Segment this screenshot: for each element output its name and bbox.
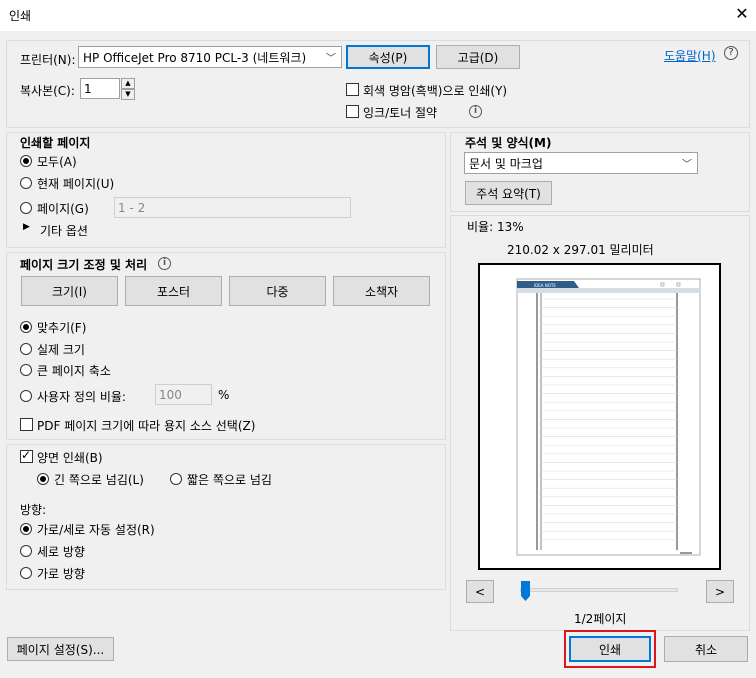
summarize-comments-button[interactable]: 주석 요약(T) [465,181,552,205]
pages-heading: 인쇄할 페이지 [20,136,91,150]
orientation-landscape-radio[interactable] [20,567,32,579]
fit-radio[interactable] [20,321,32,333]
short-edge-label: 짧은 쪽으로 넘김 [187,473,272,487]
comments-heading: 주석 및 양식(M) [465,136,552,150]
info-icon[interactable]: i [469,105,482,118]
properties-button[interactable]: 속성(P) [346,45,430,69]
grayscale-label: 회색 명암(흑백)으로 인쇄(Y) [363,84,508,98]
help-link[interactable]: 도움말(H) [664,47,716,64]
dimensions-label: 210.02 x 297.01 밀리미터 [507,243,654,257]
printer-selected-value: HP OfficeJet Pro 8710 PCL-3 (네트워크) [83,50,307,65]
orientation-auto-radio[interactable] [20,523,32,535]
copies-label: 복사본(C): [20,84,75,98]
long-edge-label: 긴 쪽으로 넘김(L) [54,473,144,487]
long-edge-radio[interactable] [37,473,49,485]
comments-select[interactable]: 문서 및 마크업 ﹀ [464,152,698,174]
pdf-paper-source-label: PDF 페이지 크기에 따라 용지 소스 선택(Z) [37,419,256,433]
window-title: 인쇄 [9,9,32,23]
actual-size-label: 실제 크기 [37,343,85,357]
custom-scale-radio[interactable] [20,390,32,402]
page-indicator: 1/2페이지 [574,612,627,626]
save-ink-checkbox[interactable] [346,105,359,118]
title-bar [0,0,756,31]
actual-size-radio[interactable] [20,343,32,355]
pages-current-radio[interactable] [20,177,32,189]
percent-label: % [218,388,230,402]
poster-button[interactable]: 포스터 [125,276,222,306]
more-options-label[interactable]: 기타 옵션 [40,222,88,239]
duplex-label: 양면 인쇄(B) [37,451,103,465]
next-page-button[interactable]: > [706,580,734,603]
pages-all-label: 모두(A) [37,155,77,169]
orientation-heading: 방향: [20,503,47,517]
copies-up-icon[interactable]: ▲ [121,78,135,89]
help-icon[interactable]: ? [724,46,738,60]
copies-input[interactable]: 1 [80,78,120,99]
printer-select[interactable]: HP OfficeJet Pro 8710 PCL-3 (네트워크) ﹀ [78,46,342,68]
chevron-down-icon: ﹀ [682,159,692,171]
close-icon[interactable]: ✕ [733,4,751,23]
preview-page-image: IDEA NOTE [516,278,701,556]
prev-page-button[interactable]: < [466,580,494,603]
page-slider-thumb[interactable] [520,580,531,602]
orientation-portrait-label: 세로 방향 [37,545,85,559]
comments-selected-value: 문서 및 마크업 [469,156,543,171]
cancel-button[interactable]: 취소 [664,636,748,662]
booklet-button[interactable]: 소책자 [333,276,430,306]
fit-label: 맞추기(F) [37,321,87,335]
pages-range-input[interactable]: 1 - 2 [114,197,351,218]
orientation-auto-label: 가로/세로 자동 설정(R) [37,523,155,537]
preview-page-header: IDEA NOTE [534,283,556,288]
sizing-info-icon[interactable]: i [158,257,171,270]
advanced-button[interactable]: 고급(D) [436,45,520,69]
save-ink-label: 잉크/토너 절약 [363,106,438,120]
multiple-button[interactable]: 다중 [229,276,326,306]
print-button[interactable]: 인쇄 [569,636,651,662]
size-button[interactable]: 크기(I) [21,276,118,306]
expand-triangle-icon[interactable]: ▶ [23,222,30,232]
page-preview: IDEA NOTE [478,263,721,570]
pages-range-radio[interactable] [20,202,32,214]
custom-scale-label: 사용자 정의 비율: [37,390,126,404]
pages-current-label: 현재 페이지(U) [37,177,115,191]
pages-range-label: 페이지(G) [37,202,89,216]
short-edge-radio[interactable] [170,473,182,485]
page-slider-track[interactable] [520,588,678,592]
grayscale-checkbox[interactable] [346,83,359,96]
shrink-radio[interactable] [20,364,32,376]
pdf-paper-source-checkbox[interactable] [20,418,33,431]
orientation-landscape-label: 가로 방향 [37,567,85,581]
page-setup-button[interactable]: 페이지 설정(S)... [7,637,114,661]
sizing-heading: 페이지 크기 조정 및 처리 [20,258,148,272]
printer-label: 프린터(N): [20,53,76,67]
scale-label: 비율: 13% [467,220,524,234]
duplex-checkbox[interactable] [20,448,33,463]
shrink-label: 큰 페이지 축소 [37,364,111,378]
custom-scale-input[interactable]: 100 [155,384,212,405]
orientation-portrait-radio[interactable] [20,545,32,557]
copies-down-icon[interactable]: ▼ [121,89,135,100]
pages-all-radio[interactable] [20,155,32,167]
chevron-down-icon: ﹀ [326,53,336,65]
